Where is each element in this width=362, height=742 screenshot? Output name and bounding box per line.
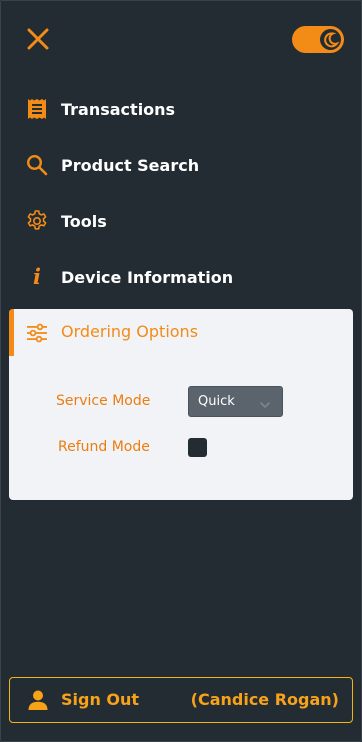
info-icon: i — [33, 264, 41, 289]
moon-icon — [320, 29, 341, 50]
nav-item-product-search[interactable]: Product Search — [0, 145, 352, 185]
ordering-options-panel: Ordering Options Service Mode Quick Refu… — [9, 309, 353, 500]
close-icon — [27, 28, 49, 50]
dark-mode-toggle[interactable] — [292, 26, 344, 53]
close-button[interactable] — [26, 27, 50, 51]
signed-in-user-name: (Candice Rogan) — [190, 690, 339, 709]
gear-icon — [25, 209, 49, 233]
service-mode-label: Service Mode — [56, 393, 151, 409]
nav-item-tools[interactable]: Tools — [0, 201, 352, 241]
receipt-icon — [25, 97, 49, 121]
refund-mode-checkbox[interactable] — [188, 438, 207, 457]
nav-item-ordering-options[interactable]: Ordering Options — [9, 309, 353, 356]
service-mode-value: Quick — [198, 394, 235, 409]
nav-item-device-information[interactable]: i Device Information — [0, 257, 352, 297]
nav-label-product-search: Product Search — [61, 155, 200, 175]
nav-label-tools: Tools — [61, 211, 107, 231]
search-icon — [25, 153, 49, 177]
nav-item-transactions[interactable]: Transactions — [0, 89, 352, 129]
nav-label-transactions: Transactions — [61, 99, 176, 119]
sign-out-button[interactable]: Sign Out (Candice Rogan) — [9, 677, 353, 723]
nav-label-device-information: Device Information — [61, 267, 234, 287]
service-mode-select[interactable]: Quick — [188, 386, 283, 417]
refund-mode-label: Refund Mode — [58, 439, 150, 455]
sign-out-label: Sign Out — [61, 690, 140, 709]
user-icon — [27, 689, 49, 711]
sliders-icon — [25, 321, 49, 345]
chevron-down-icon — [259, 396, 271, 415]
ordering-options-label: Ordering Options — [61, 322, 199, 341]
